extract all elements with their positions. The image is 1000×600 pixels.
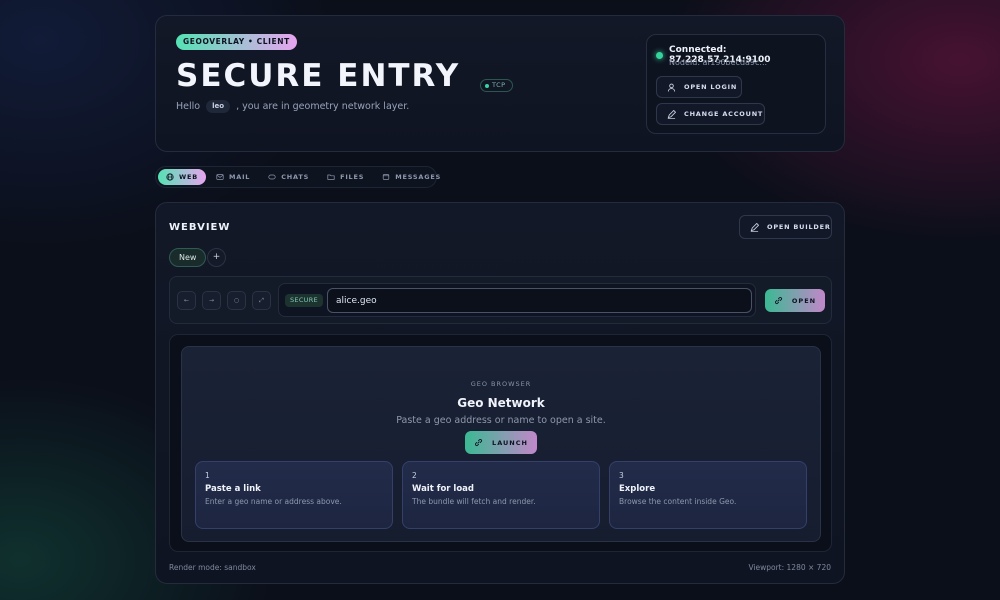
- webview-title: WEBVIEW: [169, 222, 231, 233]
- step-card: 1 Paste a link Enter a geo name or addre…: [195, 461, 393, 529]
- browser-tab-new[interactable]: New: [169, 248, 207, 267]
- step-description: The bundle will fetch and render.: [412, 497, 536, 506]
- step-description: Browse the content inside Geo.: [619, 497, 737, 506]
- webview-frame: GEO BROWSER Geo Network Paste a geo addr…: [169, 334, 832, 552]
- connected-dot-icon: [656, 52, 663, 59]
- page-title: SECURE ENTRY: [176, 58, 461, 94]
- open-builder-label: OPEN BUILDER: [767, 223, 831, 231]
- header-panel: GEOOVERLAY • CLIENT SECURE ENTRY TCP Hel…: [155, 15, 845, 152]
- tab-files[interactable]: FILES: [319, 169, 372, 185]
- step-title: Explore: [619, 484, 656, 494]
- folder-icon: [327, 174, 335, 180]
- status-dot-icon: [485, 83, 489, 88]
- chat-icon: [268, 174, 276, 180]
- tab-messages-label: MESSAGES: [395, 173, 442, 181]
- link-icon: [774, 296, 782, 305]
- secure-badge: SECURE: [285, 294, 323, 307]
- address-bar: SECURE: [278, 283, 756, 317]
- step-card: 3 Explore Browse the content inside Geo.: [609, 461, 807, 529]
- protocol-badge: TCP: [480, 79, 513, 92]
- open-label: OPEN: [791, 296, 817, 305]
- user-icon: [667, 83, 676, 92]
- page-heading: Geo Network: [457, 396, 545, 410]
- open-builder-button[interactable]: OPEN BUILDER: [739, 215, 832, 239]
- pencil-icon: [667, 109, 676, 119]
- step-title: Wait for load: [412, 484, 475, 494]
- webview-panel: WEBVIEW OPEN BUILDER New + ← → ○ ⤢ SECUR…: [155, 202, 845, 584]
- tab-web[interactable]: WEB: [158, 169, 206, 185]
- tab-web-label: WEB: [179, 173, 198, 181]
- mail-icon: [216, 174, 224, 180]
- change-account-label: CHANGE ACCOUNT: [684, 110, 764, 118]
- greeting: Hello leo , you are in geometry network …: [176, 100, 409, 113]
- step-card: 2 Wait for load The bundle will fetch an…: [402, 461, 600, 529]
- brand-badge: GEOOVERLAY • CLIENT: [176, 34, 297, 50]
- step-title: Paste a link: [205, 484, 261, 494]
- step-number: 2: [412, 471, 417, 480]
- greeting-prefix: Hello: [176, 101, 201, 112]
- launch-label: LAUNCH: [492, 438, 528, 447]
- tab-mail-label: MAIL: [228, 173, 251, 181]
- globe-icon: [166, 173, 174, 181]
- step-number: 3: [619, 471, 624, 480]
- open-button[interactable]: OPEN: [765, 289, 825, 312]
- viewport-size: Viewport: 1280 × 720: [748, 563, 831, 572]
- tab-messages[interactable]: MESSAGES: [374, 169, 449, 185]
- change-account-button[interactable]: CHANGE ACCOUNT: [656, 103, 765, 125]
- add-tab-button[interactable]: +: [207, 248, 226, 267]
- address-input[interactable]: [327, 288, 752, 313]
- inbox-icon: [383, 174, 390, 180]
- reload-button[interactable]: ○: [227, 291, 246, 310]
- page-subtitle: Paste a geo address or name to open a si…: [396, 415, 606, 426]
- geo-browser-page: GEO BROWSER Geo Network Paste a geo addr…: [181, 346, 821, 542]
- protocol-label: TCP: [492, 81, 506, 89]
- back-button[interactable]: ←: [177, 291, 196, 310]
- username-chip: leo: [206, 100, 231, 113]
- tab-mail[interactable]: MAIL: [208, 169, 258, 185]
- page-kicker: GEO BROWSER: [470, 380, 532, 388]
- open-login-button[interactable]: OPEN LOGIN: [656, 76, 742, 98]
- launch-button[interactable]: LAUNCH: [465, 431, 537, 454]
- expand-button[interactable]: ⤢: [252, 291, 271, 310]
- step-description: Enter a geo name or address above.: [205, 497, 342, 506]
- greeting-suffix: , you are in geometry network layer.: [236, 101, 410, 112]
- pencil-icon: [750, 222, 759, 232]
- node-id: NodeId: af190becda9c...: [669, 58, 768, 67]
- connection-card: Connected: 87.228.57.214:9100 NodeId: af…: [646, 34, 826, 134]
- tab-chats[interactable]: CHATS: [260, 169, 317, 185]
- open-login-label: OPEN LOGIN: [684, 83, 738, 91]
- tab-chats-label: CHATS: [281, 173, 310, 181]
- step-number: 1: [205, 471, 210, 480]
- forward-button[interactable]: →: [202, 291, 221, 310]
- navigation-bar: ← → ○ ⤢ SECURE OPEN: [169, 276, 832, 324]
- tab-files-label: FILES: [340, 173, 365, 181]
- main-tabs: WEB MAIL CHATS FILES MESSAGES: [155, 166, 440, 188]
- render-mode: Render mode: sandbox: [169, 563, 256, 572]
- link-icon: [475, 438, 483, 447]
